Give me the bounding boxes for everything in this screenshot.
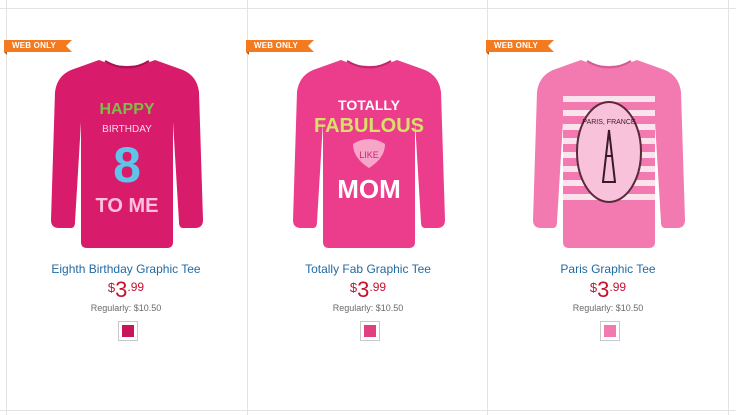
web-only-badge: WEB ONLY (246, 40, 314, 55)
product-name-link[interactable]: Eighth Birthday Graphic Tee (6, 262, 246, 276)
product-card[interactable]: WEB ONLY HAPPY BIRTHDAY 8 TO ME Eighth B… (4, 0, 246, 415)
price-cents: .99 (127, 280, 145, 294)
graphic-line: LIKE (359, 150, 379, 160)
color-swatch[interactable] (118, 321, 138, 341)
regular-price: Regularly: $10.50 (332, 303, 404, 313)
price-dollars: 3 (357, 277, 370, 302)
price-dollars: 3 (115, 277, 128, 302)
price-cents: .99 (369, 280, 387, 294)
swatch-chip (604, 325, 616, 337)
graphic-line: HAPPY (99, 101, 154, 118)
sale-price: $3.99 (488, 277, 728, 303)
regular-price: Regularly: $10.50 (572, 303, 644, 313)
product-image[interactable]: TOTALLY FABULOUS LIKE MOM (293, 52, 445, 252)
currency-symbol: $ (589, 280, 598, 295)
product-image[interactable]: HAPPY BIRTHDAY 8 TO ME (51, 52, 203, 252)
price-cents: .99 (609, 280, 627, 294)
frame-graphic (576, 101, 642, 203)
currency-symbol: $ (349, 280, 358, 295)
product-card[interactable]: WEB ONLY PARIS, FRANCE Paris Graphic Tee… (486, 0, 728, 415)
web-only-badge: WEB ONLY (4, 40, 72, 55)
web-only-badge: WEB ONLY (486, 40, 554, 55)
swatch-chip (122, 325, 134, 337)
swatch-chip (364, 325, 376, 337)
price-dollars: 3 (597, 277, 610, 302)
product-name-link[interactable]: Paris Graphic Tee (488, 262, 728, 276)
graphic-line: 8 (113, 137, 141, 193)
grid-divider (728, 0, 729, 415)
graphic-line: PARIS, FRANCE (582, 119, 635, 126)
product-card[interactable]: WEB ONLY TOTALLY FABULOUS LIKE MOM Total… (246, 0, 488, 415)
graphic-line: TOTALLY (338, 97, 401, 113)
regular-price: Regularly: $10.50 (90, 303, 162, 313)
color-swatch[interactable] (360, 321, 380, 341)
sale-price: $3.99 (248, 277, 488, 303)
graphic-line: MOM (337, 174, 401, 204)
graphic-line: FABULOUS (314, 115, 424, 137)
product-name-link[interactable]: Totally Fab Graphic Tee (248, 262, 488, 276)
color-swatch[interactable] (600, 321, 620, 341)
product-image[interactable]: PARIS, FRANCE (533, 52, 685, 252)
graphic-line: BIRTHDAY (102, 124, 152, 135)
graphic-line: TO ME (96, 195, 159, 217)
sale-price: $3.99 (6, 277, 246, 303)
currency-symbol: $ (107, 280, 116, 295)
